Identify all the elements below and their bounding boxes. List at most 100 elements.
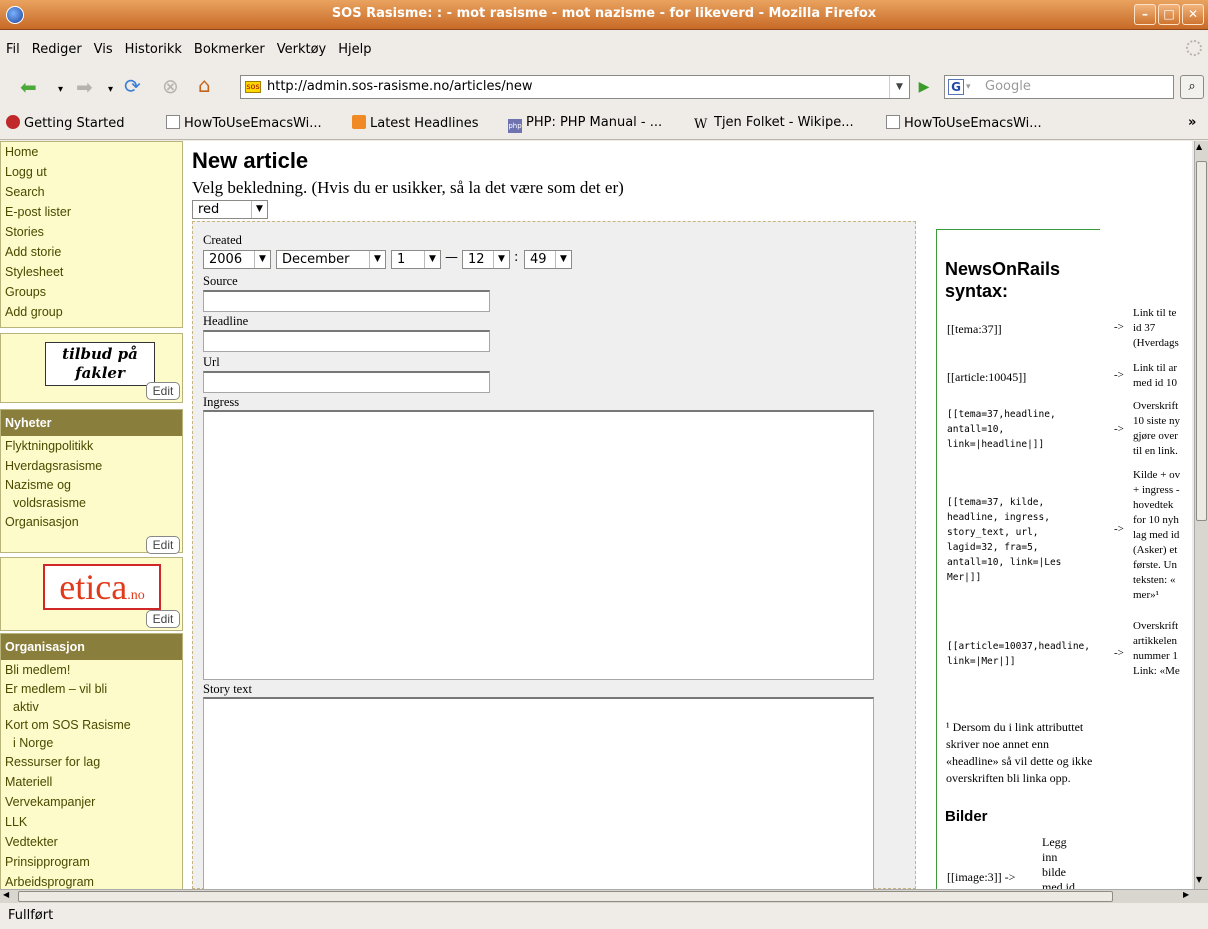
go-icon[interactable]: ▶ [914,77,934,97]
window-title: SOS Rasisme: : - mot rasisme - mot nazis… [331,6,877,21]
vertical-scrollbar[interactable]: ▲ ▼ [1194,141,1208,889]
menu-hjelp[interactable]: Hjelp [338,42,371,57]
org-item-vedtekter[interactable]: Vedtekter [1,832,182,852]
forward-dropdown-icon[interactable]: ▾ [108,78,113,102]
home-icon[interactable]: ⌂ [198,73,211,97]
stop-icon[interactable]: ⊗ [162,74,179,98]
nyheter-item-hverdagsrasisme[interactable]: Hverdagsrasisme [1,456,182,476]
syntax-desc: Overskrift artikkelen nummer 1 Link: «Me [1133,620,1180,677]
bookmark-getting-started[interactable]: Getting Started [6,115,125,131]
bookmark-php-manual[interactable]: php PHP: PHP Manual - ... [508,115,662,133]
back-icon[interactable]: ⬅ [20,75,37,99]
search-input[interactable]: G ▾ Google [944,75,1174,99]
org-item-prinsipprogram[interactable]: Prinsipprogram [1,852,182,872]
org-item-er-medlem[interactable]: Er medlem – vil bli [1,680,182,698]
nyheter-item-flyktningpolitikk[interactable]: Flyktningpolitikk [1,436,182,456]
org-item-i-norge[interactable]: i Norge [1,734,182,752]
url-dropdown-icon[interactable]: ▼ [889,76,909,98]
menu-bokmerker[interactable]: Bokmerker [194,42,265,57]
bookmark-tjen-folket[interactable]: W Tjen Folket - Wikipe... [694,115,854,132]
scroll-down-icon[interactable]: ▼ [1196,875,1202,884]
scroll-left-icon[interactable]: ◀ [3,890,9,899]
bookmarks-overflow-icon[interactable]: » [1188,115,1196,130]
menu-verktoy[interactable]: Verktøy [277,42,327,57]
maximize-icon[interactable]: □ [1158,4,1180,25]
url-input[interactable] [203,371,490,393]
bookmark-latest-headlines[interactable]: Latest Headlines [352,115,479,131]
menu-vis[interactable]: Vis [94,42,113,57]
menu-fil[interactable]: Fil [6,42,20,57]
nav-search[interactable]: Search [1,182,182,202]
hour-select[interactable]: 12 ▼ [462,250,510,269]
horizontal-scrollbar[interactable]: ◀ ▶ [0,889,1208,903]
org-item-materiell[interactable]: Materiell [1,772,182,792]
scroll-up-icon[interactable]: ▲ [1196,142,1202,151]
nav-add-storie[interactable]: Add storie [1,242,182,262]
admin-menu: Home Logg ut Search E-post lister Storie… [0,141,183,328]
nav-stories[interactable]: Stories [1,222,182,242]
org-item-llk[interactable]: LLK [1,812,182,832]
bilder-desc: Legg inn bilde med id [1042,835,1075,889]
month-select[interactable]: December ▼ [276,250,386,269]
org-item-bli-medlem[interactable]: Bli medlem! [1,660,182,680]
nav-groups[interactable]: Groups [1,282,182,302]
url-bar[interactable]: sos http://admin.sos-rasisme.no/articles… [240,75,910,99]
nav-home[interactable]: Home [1,142,182,162]
status-text: Fullført [8,908,54,923]
firefox-icon [6,115,20,129]
menu-historikk[interactable]: Historikk [125,42,182,57]
day-select[interactable]: 1 ▼ [391,250,441,269]
org-item-kort-om[interactable]: Kort om SOS Rasisme [1,716,182,734]
nyheter-heading: Nyheter [1,410,182,436]
rss-icon [352,115,366,129]
edit-button[interactable]: Edit [146,382,180,400]
headline-input[interactable] [203,330,490,352]
banner-etica[interactable]: etica.no [43,564,161,610]
story-text-textarea[interactable] [203,697,874,889]
org-item-arbeidsprogram[interactable]: Arbeidsprogram [1,872,182,889]
nav-logg-ut[interactable]: Logg ut [1,162,182,182]
source-input[interactable] [203,290,490,312]
edit-button[interactable]: Edit [146,536,180,554]
edit-button[interactable]: Edit [146,610,180,628]
chevron-down-icon: ▼ [369,251,385,268]
engine-dropdown-icon[interactable]: ▾ [966,76,971,98]
wikipedia-icon: W [694,117,708,132]
nyheter-item-nazisme[interactable]: Nazisme og [1,476,182,494]
theme-select[interactable]: red ▼ [192,200,268,219]
scroll-right-icon[interactable]: ▶ [1183,890,1189,899]
minute-select[interactable]: 49 ▼ [524,250,572,269]
search-icon[interactable]: ⌕ [1180,75,1204,99]
org-item-aktiv[interactable]: aktiv [1,698,182,716]
nav-stylesheet[interactable]: Stylesheet [1,262,182,282]
time-colon: : [514,250,519,265]
back-dropdown-icon[interactable]: ▾ [58,78,63,102]
org-item-vervekampanjer[interactable]: Vervekampanjer [1,792,182,812]
source-label: Source [203,274,238,288]
menu-rediger[interactable]: Rediger [32,42,82,57]
bookmark-howtouseemacs-2[interactable]: HowToUseEmacsWi... [886,115,1042,131]
close-icon[interactable]: ✕ [1182,4,1204,25]
ingress-label: Ingress [203,395,240,409]
nyheter-item-organisasjon[interactable]: Organisasjon [1,512,182,532]
bookmark-howtouseemacs-1[interactable]: HowToUseEmacsWi... [166,115,322,131]
nav-add-group[interactable]: Add group [1,302,182,322]
nyheter-item-voldsrasisme[interactable]: voldsrasisme [1,494,182,512]
vertical-scroll-thumb[interactable] [1196,161,1207,521]
minimize-icon[interactable]: – [1134,4,1156,25]
google-engine-icon[interactable]: G [948,79,964,95]
year-select[interactable]: 2006 ▼ [203,250,271,269]
banner-fakler[interactable]: tilbud på fakler [45,342,155,386]
forward-icon[interactable]: ➡ [76,75,93,99]
headline-label: Headline [203,314,249,328]
bilder-code: [[image:3]] -> [947,870,1016,884]
story-text-label: Story text [203,682,252,696]
reload-icon[interactable]: ⟳ [124,74,141,98]
horizontal-scroll-thumb[interactable] [18,891,1113,902]
menu-bar: Fil Rediger Vis Historikk Bokmerker Verk… [0,31,1208,67]
ingress-textarea[interactable] [203,410,874,680]
org-item-ressurser[interactable]: Ressurser for lag [1,752,182,772]
syntax-arrow: -> [1114,523,1124,535]
nav-epost-lister[interactable]: E-post lister [1,202,182,222]
organisasjon-box: Organisasjon Bli medlem! Er medlem – vil… [0,633,183,889]
